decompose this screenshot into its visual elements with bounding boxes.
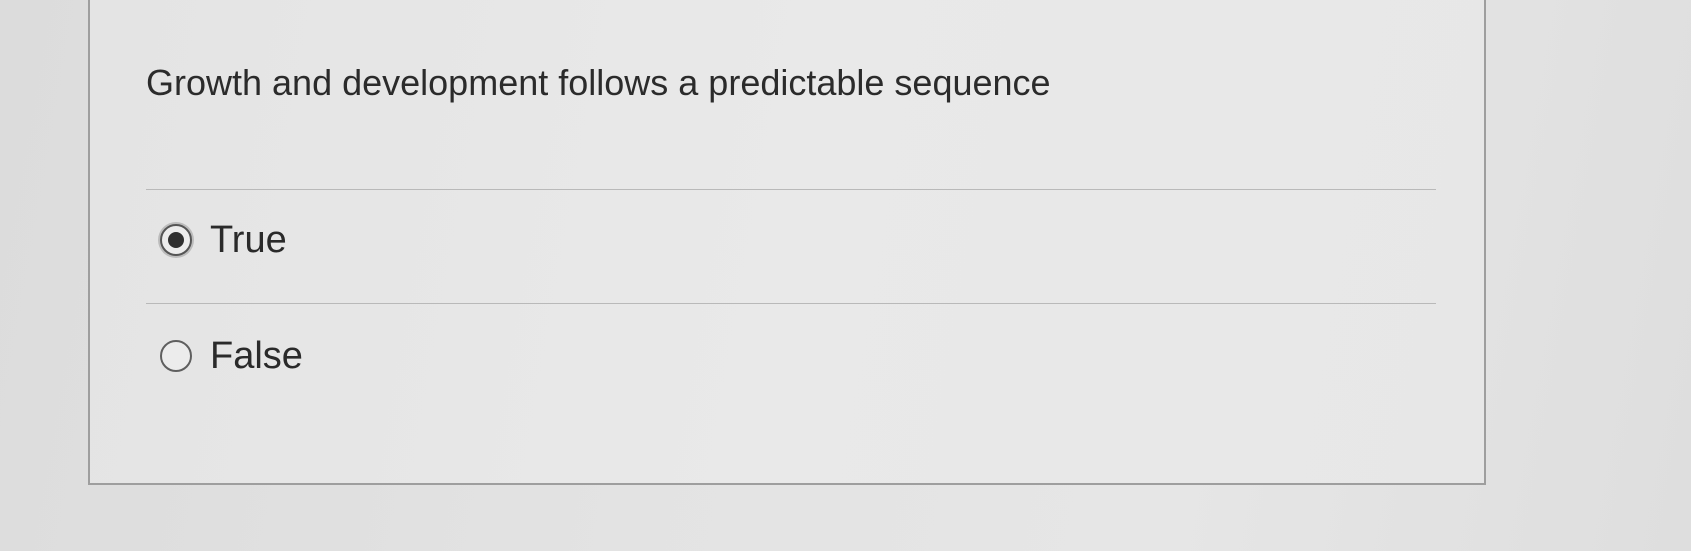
- option-true[interactable]: True: [160, 215, 287, 265]
- radio-selected-icon[interactable]: [160, 224, 192, 256]
- option-false[interactable]: False: [160, 331, 303, 381]
- divider: [146, 303, 1436, 304]
- option-label-false: False: [210, 334, 303, 377]
- question-text: Growth and development follows a predict…: [146, 62, 1051, 103]
- radio-unselected-icon[interactable]: [160, 340, 192, 372]
- option-label-true: True: [210, 218, 287, 261]
- divider: [146, 189, 1436, 190]
- question-card: Growth and development follows a predict…: [88, 0, 1486, 485]
